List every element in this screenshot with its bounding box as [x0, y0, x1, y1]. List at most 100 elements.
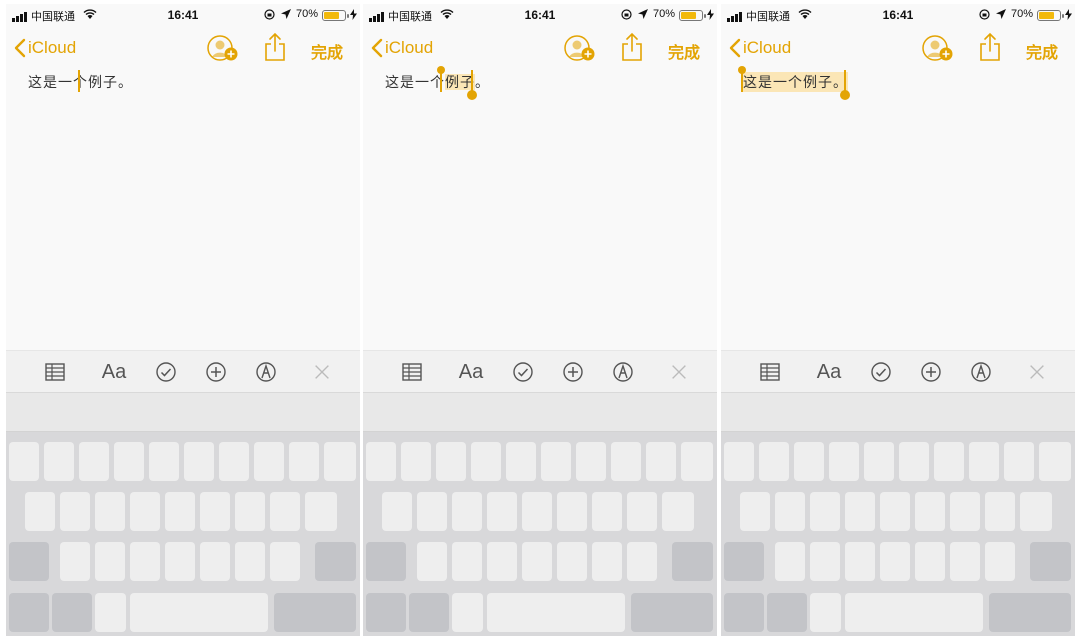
keyboard-key[interactable] — [305, 492, 337, 531]
shift-key[interactable] — [724, 542, 764, 581]
keyboard-key[interactable] — [985, 492, 1015, 531]
keyboard-key[interactable] — [200, 542, 230, 581]
mic-key[interactable] — [810, 593, 841, 632]
shift-key[interactable] — [9, 542, 49, 581]
keyboard-key[interactable] — [646, 442, 676, 481]
keyboard-key[interactable] — [950, 492, 980, 531]
keyboard-key[interactable] — [592, 542, 622, 581]
done-button[interactable]: 完成 — [1026, 39, 1058, 63]
keyboard-key[interactable] — [200, 492, 230, 531]
keyboard-key[interactable] — [915, 492, 945, 531]
keyboard-key[interactable] — [740, 492, 770, 531]
table-button[interactable] — [757, 360, 783, 384]
return-key[interactable] — [274, 593, 356, 632]
keyboard-key[interactable] — [165, 492, 195, 531]
selection-end-handle[interactable] — [467, 90, 477, 100]
keyboard-key[interactable] — [829, 442, 859, 481]
keyboard-key[interactable] — [1039, 442, 1071, 481]
keyboard-key[interactable] — [487, 542, 517, 581]
space-key[interactable] — [487, 593, 625, 632]
keyboard-key[interactable] — [557, 542, 587, 581]
markup-button[interactable] — [611, 360, 635, 384]
back-button[interactable]: iCloud — [371, 34, 433, 62]
keyboard-key[interactable] — [1004, 442, 1034, 481]
keyboard-key[interactable] — [775, 542, 805, 581]
markup-button[interactable] — [254, 360, 278, 384]
space-key[interactable] — [845, 593, 983, 632]
keyboard-key[interactable] — [184, 442, 214, 481]
keyboard-key[interactable] — [934, 442, 964, 481]
note-text[interactable]: 这是一个例子。 — [28, 70, 133, 92]
keyboard-key[interactable] — [759, 442, 789, 481]
keyboard-key[interactable] — [969, 442, 999, 481]
keyboard-key[interactable] — [401, 442, 431, 481]
globe-key[interactable] — [409, 593, 449, 632]
share-icon[interactable] — [620, 32, 644, 62]
keyboard-key[interactable] — [522, 492, 552, 531]
back-button[interactable]: iCloud — [14, 34, 76, 62]
keyboard-key[interactable] — [235, 492, 265, 531]
keyboard-key[interactable] — [165, 542, 195, 581]
checklist-button[interactable] — [154, 360, 178, 384]
delete-key[interactable] — [1030, 542, 1071, 581]
keyboard-key[interactable] — [417, 542, 447, 581]
format-button[interactable]: Aa — [813, 360, 845, 384]
keyboard-key[interactable] — [79, 442, 109, 481]
note-text[interactable]: 这是一个例子。 — [738, 66, 850, 100]
globe-key[interactable] — [52, 593, 92, 632]
keyboard-key[interactable] — [114, 442, 144, 481]
keyboard-key[interactable] — [9, 442, 39, 481]
keyboard-key[interactable] — [794, 442, 824, 481]
keyboard-key[interactable] — [724, 442, 754, 481]
keyboard-key[interactable] — [436, 442, 466, 481]
keyboard-key[interactable] — [864, 442, 894, 481]
keyboard-key[interactable] — [950, 542, 980, 581]
keyboard-key[interactable] — [95, 492, 125, 531]
shift-key[interactable] — [366, 542, 406, 581]
keyboard-key[interactable] — [810, 492, 840, 531]
markup-button[interactable] — [969, 360, 993, 384]
keyboard-key[interactable] — [471, 442, 501, 481]
keyboard-key[interactable] — [25, 492, 55, 531]
keyboard-key[interactable] — [60, 492, 90, 531]
numbers-key[interactable] — [366, 593, 406, 632]
done-button[interactable]: 完成 — [668, 39, 700, 63]
keyboard-key[interactable] — [506, 442, 536, 481]
mic-key[interactable] — [452, 593, 483, 632]
back-button[interactable]: iCloud — [729, 34, 791, 62]
keyboard-key[interactable] — [880, 492, 910, 531]
format-button[interactable]: Aa — [455, 360, 487, 384]
checklist-button[interactable] — [511, 360, 535, 384]
keyboard-key[interactable] — [95, 542, 125, 581]
numbers-key[interactable] — [724, 593, 764, 632]
keyboard-key[interactable] — [235, 542, 265, 581]
keyboard-key[interactable] — [899, 442, 929, 481]
keyboard-key[interactable] — [254, 442, 284, 481]
keyboard-key[interactable] — [487, 492, 517, 531]
return-key[interactable] — [631, 593, 713, 632]
keyboard-key[interactable] — [270, 492, 300, 531]
keyboard-key[interactable] — [915, 542, 945, 581]
keyboard-key[interactable] — [627, 492, 657, 531]
table-button[interactable] — [42, 360, 68, 384]
close-button[interactable] — [1027, 360, 1047, 384]
keyboard-key[interactable] — [810, 542, 840, 581]
keyboard-key[interactable] — [681, 442, 713, 481]
keyboard-key[interactable] — [522, 542, 552, 581]
keyboard-key[interactable] — [845, 542, 875, 581]
keyboard-key[interactable] — [880, 542, 910, 581]
add-person-icon[interactable] — [563, 34, 597, 62]
space-key[interactable] — [130, 593, 268, 632]
keyboard-key[interactable] — [270, 542, 300, 581]
delete-key[interactable] — [672, 542, 713, 581]
keyboard-key[interactable] — [60, 542, 90, 581]
note-text[interactable]: 这是一个例子。 — [385, 66, 490, 100]
table-button[interactable] — [399, 360, 425, 384]
keyboard-key[interactable] — [1020, 492, 1052, 531]
keyboard-key[interactable] — [611, 442, 641, 481]
add-button[interactable] — [919, 360, 943, 384]
close-button[interactable] — [312, 360, 332, 384]
keyboard-key[interactable] — [985, 542, 1015, 581]
keyboard-key[interactable] — [627, 542, 657, 581]
close-button[interactable] — [669, 360, 689, 384]
